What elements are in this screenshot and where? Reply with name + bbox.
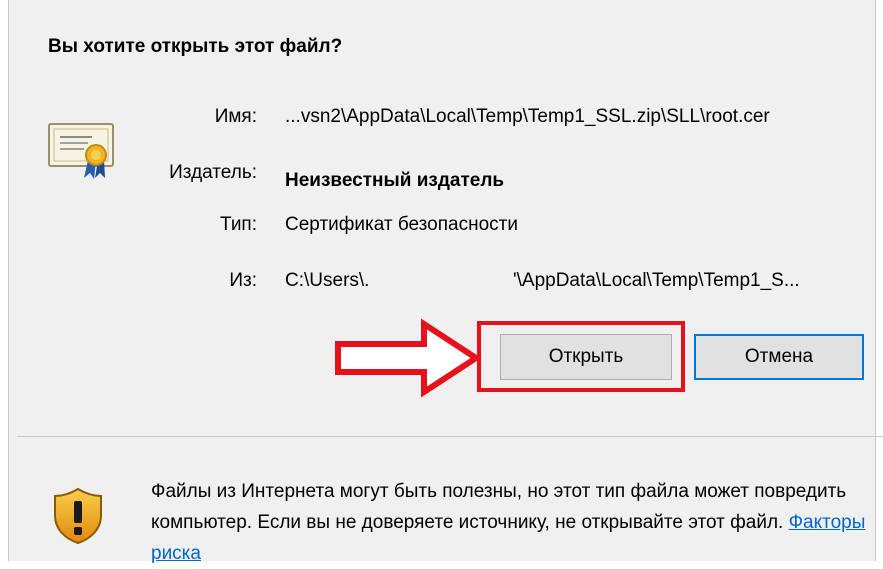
warning-text: Файлы из Интернета могут быть полезны, н… <box>151 476 871 569</box>
from-value-start: C:\Users\. <box>285 270 370 291</box>
dialog-window: Вы хотите открыть этот файл? Имя: ...vsn… <box>8 0 883 564</box>
from-value-end: '\AppData\Local\Temp\Temp1_S... <box>513 270 800 291</box>
type-label: Тип: <box>220 214 257 235</box>
name-value: ...vsn2\AppData\Local\Temp\Temp1_SSL.zip… <box>285 106 770 127</box>
type-value: Сертификат безопасности <box>285 214 518 235</box>
warning-message: Файлы из Интернета могут быть полезны, н… <box>151 481 847 533</box>
cancel-button[interactable]: Отмена <box>694 334 864 380</box>
shield-warning-icon <box>54 487 102 545</box>
dialog-heading: Вы хотите открыть этот файл? <box>48 36 343 57</box>
from-label: Из: <box>229 270 257 291</box>
open-button[interactable]: Открыть <box>500 334 672 380</box>
name-label: Имя: <box>214 106 257 127</box>
publisher-label: Издатель: <box>169 162 257 183</box>
publisher-value: Неизвестный издатель <box>285 170 505 191</box>
divider <box>17 436 883 437</box>
annotation-arrow-icon <box>335 318 482 398</box>
